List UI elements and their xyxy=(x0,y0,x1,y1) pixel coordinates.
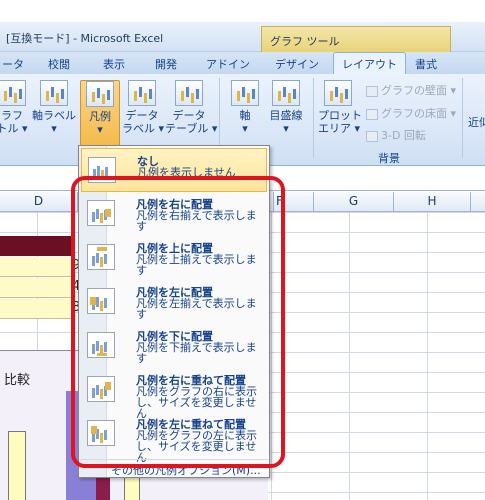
chart-title-label: ラフ トル ▾ xyxy=(0,109,28,135)
column-header-d[interactable]: D xyxy=(0,192,78,212)
chart-title-button[interactable]: ラフ トル ▾ xyxy=(0,80,32,148)
chart-bar xyxy=(8,431,26,500)
column-header-g[interactable]: G xyxy=(314,192,394,212)
trendline-label: 近似 xyxy=(468,116,485,129)
column-header-h[interactable]: H xyxy=(394,192,471,212)
legend-button[interactable]: 凡例 ▾ xyxy=(80,80,120,148)
data-labels-icon xyxy=(128,80,156,106)
tab-addins[interactable]: アドイン xyxy=(206,56,250,72)
gridlines-icon xyxy=(272,80,300,106)
tab-developer[interactable]: 開発 xyxy=(155,56,177,72)
gridlines-label: 目盛線 ▾ xyxy=(269,109,303,135)
chart-floor-button[interactable]: グラフの床面 ▾ xyxy=(366,105,456,121)
chart-title-icon xyxy=(0,80,26,106)
tab-view[interactable]: 表示 xyxy=(103,56,125,72)
plot-area-button[interactable]: プロット エリア ▾ xyxy=(318,80,362,148)
plot-area-icon xyxy=(324,80,352,106)
chart-floor-label: グラフの床面 ▾ xyxy=(381,107,457,120)
legend-label: 凡例 ▾ xyxy=(89,110,111,136)
header-cell[interactable] xyxy=(0,236,75,256)
plot-area-label: プロット エリア ▾ xyxy=(318,109,362,135)
axis-titles-button[interactable]: 軸ラベル ▾ xyxy=(32,80,76,148)
data-labels-label: データ ラベル ▾ xyxy=(122,109,165,135)
tab-design[interactable]: デザイン xyxy=(275,56,319,72)
data-cell[interactable] xyxy=(0,299,75,319)
axes-label: 軸 ▾ xyxy=(239,109,251,135)
tab-data[interactable]: ータ xyxy=(2,56,24,72)
chart-tools-label: グラフ ツール xyxy=(270,35,340,48)
3d-rotation-button[interactable]: 3-D 回転 xyxy=(366,127,426,143)
tab-layout[interactable]: レイアウト xyxy=(333,52,406,74)
tab-format[interactable]: 書式 xyxy=(415,56,437,72)
highlight-annotation-box xyxy=(71,176,285,468)
data-labels-button[interactable]: データ ラベル ▾ xyxy=(122,80,165,148)
data-table-button[interactable]: データ テーブル ▾ xyxy=(165,80,218,148)
data-table-icon xyxy=(175,80,203,106)
window-title: [互換モード] - Microsoft Excel xyxy=(6,32,164,45)
background-group-label: 背景 xyxy=(378,152,400,165)
chart-wall-icon xyxy=(366,85,378,97)
chart-tools-context: グラフ ツール xyxy=(261,26,451,52)
top-strip xyxy=(0,0,485,22)
group-separator xyxy=(313,78,314,158)
axes-button[interactable]: 軸 ▾ xyxy=(225,80,265,148)
axis-titles-label: 軸ラベル ▾ xyxy=(32,109,76,135)
chart-title-text: 比較 xyxy=(4,373,31,388)
axes-icon xyxy=(231,80,259,106)
chart-floor-icon xyxy=(366,108,378,120)
ribbon-tab-row: ータ 校閲 表示 開発 アドイン デザイン レイアウト 書式 xyxy=(0,52,485,74)
data-cell[interactable] xyxy=(0,257,75,277)
tab-review[interactable]: 校閲 xyxy=(48,56,70,72)
3d-rotation-label: 3-D 回転 xyxy=(381,129,426,142)
group-separator xyxy=(462,78,463,158)
3d-rotation-icon xyxy=(366,130,378,142)
gridlines-button[interactable]: 目盛線 ▾ xyxy=(266,80,306,148)
chart-wall-label: グラフの壁面 ▾ xyxy=(381,84,457,97)
axis-titles-icon xyxy=(40,80,68,106)
column-header-i[interactable] xyxy=(471,192,485,212)
trendline-button[interactable]: 近似 xyxy=(464,80,485,148)
chart-wall-button[interactable]: グラフの壁面 ▾ xyxy=(366,82,456,98)
data-table-label: データ テーブル ▾ xyxy=(165,109,218,135)
title-bar: [互換モード] - Microsoft Excel グラフ ツール xyxy=(0,22,485,52)
legend-icon xyxy=(86,81,114,107)
data-cell[interactable] xyxy=(0,278,75,298)
